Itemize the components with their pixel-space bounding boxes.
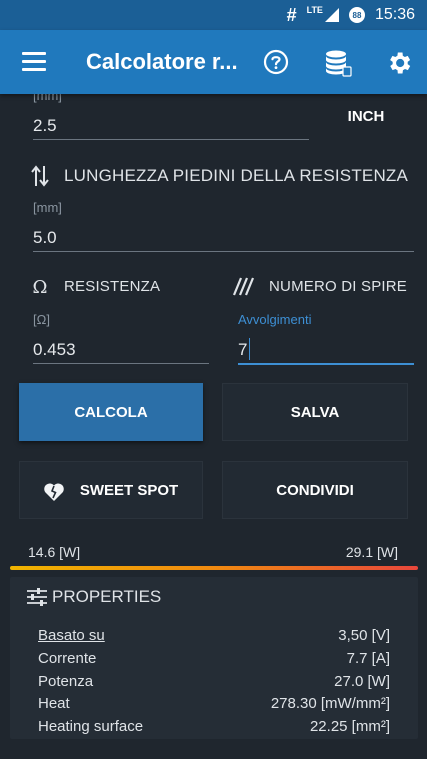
prop-label: Heat [38,695,70,712]
prop-value: 22.25 [mm²] [309,718,390,735]
prop-value: 278.30 [mW/mm²] [270,695,390,712]
svg-text:Ω: Ω [33,277,48,296]
prop-value: 27.0 [W] [334,673,390,690]
resistance-underline [33,363,209,364]
properties-title: PROPERTIES [52,587,162,606]
coil-icon [232,277,255,296]
vertical-arrows-icon [31,165,49,187]
resistance-unit: [Ω] [33,312,50,327]
lead-length-unit: [mm] [33,200,62,215]
turns-input[interactable]: 7 [238,340,247,360]
app-bar: Calcolatore r... [0,30,427,94]
ohm-icon: Ω [33,277,48,296]
hash-icon: # [286,4,297,25]
sweet-spot-label: SWEET SPOT [79,481,179,499]
prop-value: 7.7 [A] [346,650,390,667]
sweet-spot-button[interactable]: SWEET SPOT [19,461,203,519]
turns-hint: Avvolgimenti [238,312,312,327]
resistance-label: RESISTENZA [64,278,161,295]
calcola-button[interactable]: CALCOLA [19,383,203,441]
clock: 15:36 [374,6,415,23]
range-max: 29.1 [W] [345,544,398,560]
properties-panel: PROPERTIES Basato su 3,50 [V] Corrente 7… [10,577,418,739]
calculator-form: [mm] 2.5 INCH LUNGHEZZA PIEDINI DELLA RE… [0,88,427,759]
sliders-icon [27,588,47,606]
prop-row: Heat 278.30 [mW/mm²] [38,695,390,712]
database-icon[interactable] [324,49,352,77]
prop-row: Heating surface 22.25 [mm²] [38,718,390,735]
heart-icon [44,483,64,501]
lead-length-input[interactable]: 5.0 [33,228,57,248]
resistance-input[interactable]: 0.453 [33,340,76,360]
turns-label: NUMERO DI SPIRE [269,278,408,295]
signal-icon [324,8,339,22]
condividi-button[interactable]: CONDIVIDI [222,461,408,519]
prop-row: Corrente 7.7 [A] [38,650,390,667]
text-cursor [249,338,250,360]
gear-icon[interactable] [385,49,413,77]
help-icon[interactable] [263,49,289,75]
prop-value: 3,50 [V] [338,627,390,644]
network-type: LTE [306,5,323,15]
lead-length-label: LUNGHEZZA PIEDINI DELLA RESISTENZA [64,166,409,185]
properties-header: PROPERTIES [26,587,161,607]
inch-button[interactable]: INCH [330,104,402,130]
diameter-underline [33,139,309,140]
range-min: 14.6 [W] [28,544,81,560]
status-bar: # LTE 88 15:36 [0,0,427,30]
lead-length-underline [33,251,414,252]
power-range: 14.6 [W] 29.1 [W] [10,544,418,570]
salva-button[interactable]: SALVA [222,383,408,441]
battery-icon: 88 [348,7,365,23]
diameter-input[interactable]: 2.5 [33,116,57,136]
menu-icon[interactable] [22,52,46,72]
prop-row: Potenza 27.0 [W] [38,673,390,690]
turns-underline [238,363,414,365]
range-bar [10,566,418,570]
prop-label: Potenza [38,673,94,690]
prop-row: Basato su 3,50 [V] [38,627,390,644]
app-title: Calcolatore r... [86,49,238,74]
prop-label-basato-su[interactable]: Basato su [38,627,105,644]
prop-label: Corrente [38,650,97,667]
prop-label: Heating surface [38,718,144,735]
